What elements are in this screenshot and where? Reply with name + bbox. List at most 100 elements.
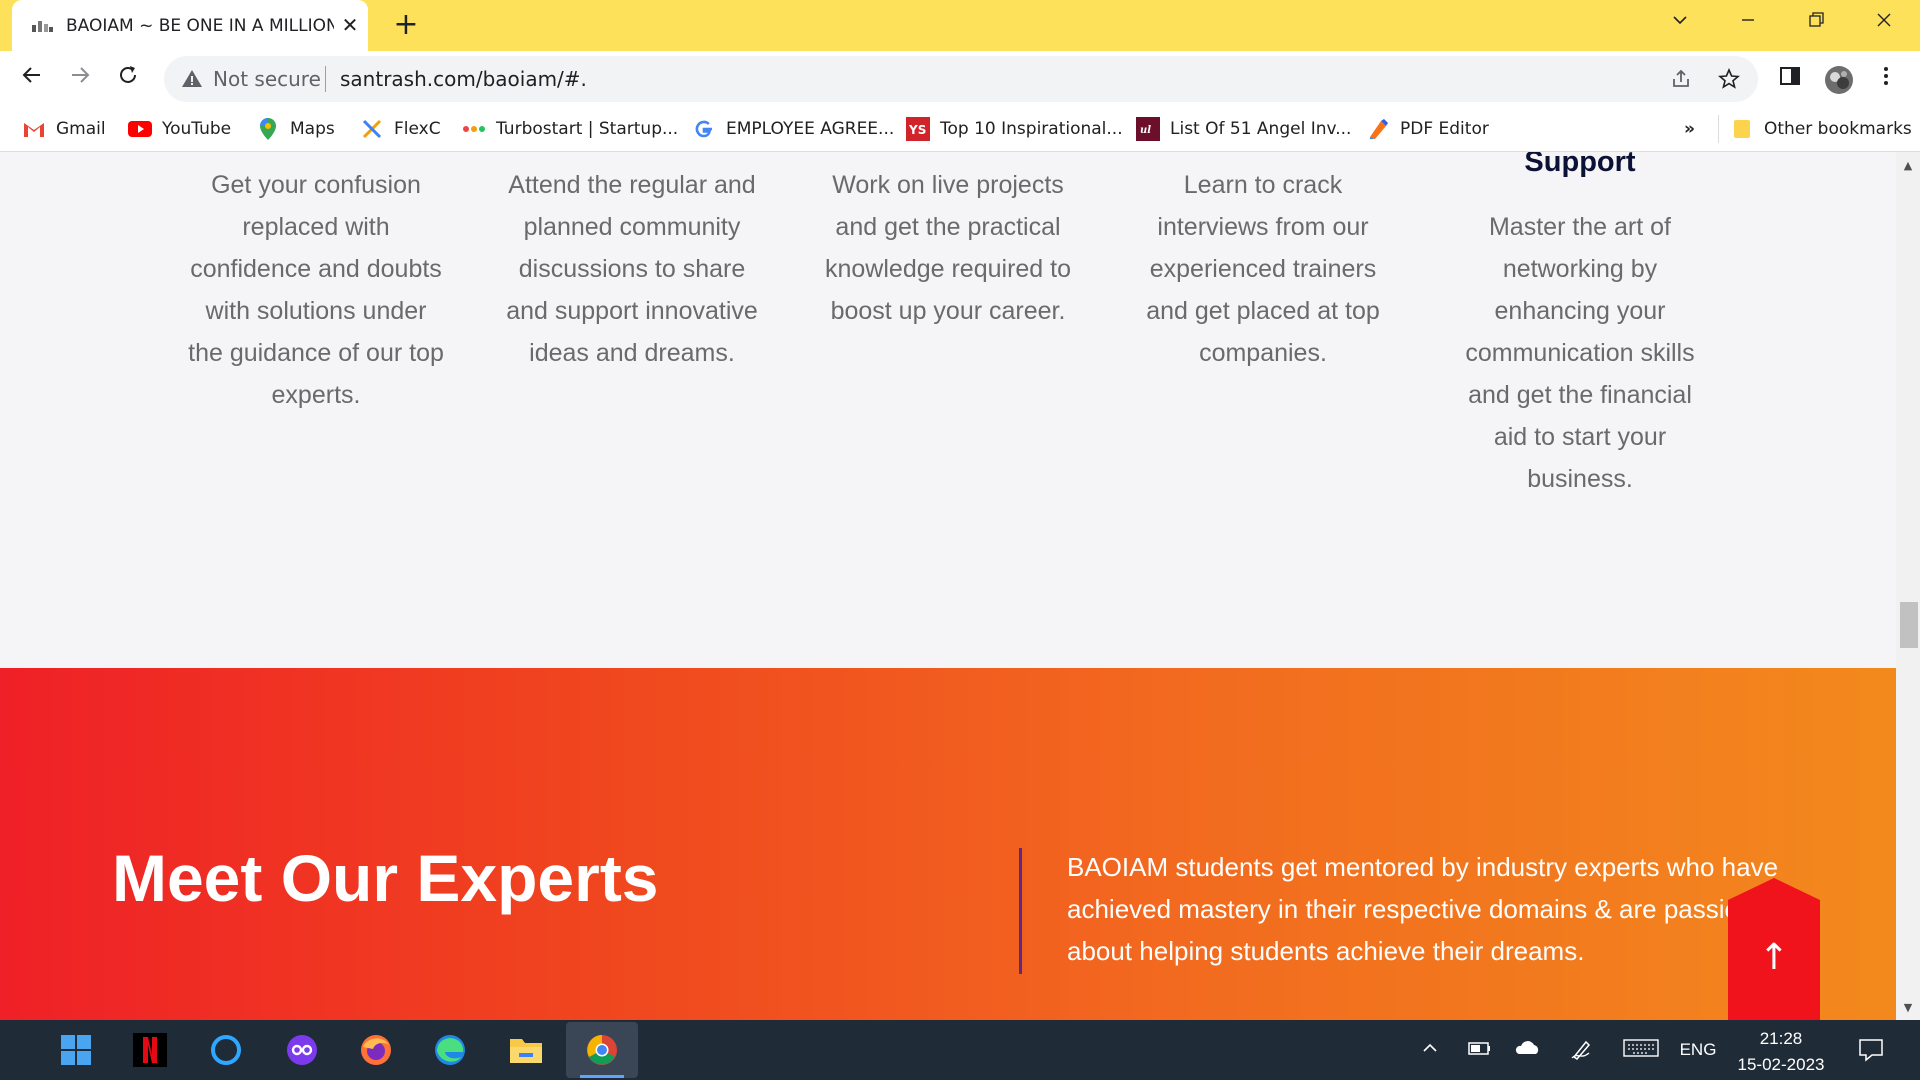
onedrive-cloud-icon[interactable]: [1512, 1038, 1542, 1062]
pdf-editor-icon: [1366, 118, 1390, 140]
restore-window-icon[interactable]: [1796, 10, 1836, 40]
bookmark-label: Turbostart | Startup...: [496, 119, 679, 139]
svg-text:YS: YS: [908, 123, 926, 137]
bookmark-top-10-inspirational[interactable]: YS Top 10 Inspirational...: [906, 115, 1123, 143]
profile-avatar[interactable]: [1824, 65, 1853, 94]
url-text[interactable]: santrash.com/baoiam/#.: [340, 67, 587, 91]
scroll-down-arrow-icon[interactable]: ▼: [1896, 998, 1920, 1018]
tab-title: BAOIAM ~ BE ONE IN A MILLION: [66, 16, 334, 36]
bookmark-label: FlexC: [394, 119, 441, 139]
bookmark-label: PDF Editor: [1400, 119, 1489, 139]
bookmark-label: EMPLOYEE AGREE...: [726, 119, 895, 139]
new-tab-button[interactable]: +: [390, 10, 422, 42]
forward-arrow-icon[interactable]: [64, 63, 96, 95]
bookmarks-overflow-button[interactable]: »: [1684, 115, 1695, 143]
flexc-icon: [360, 118, 384, 140]
cortana-icon[interactable]: [206, 1030, 246, 1070]
reload-icon[interactable]: [112, 63, 144, 95]
pen-workspace-icon[interactable]: [1568, 1038, 1594, 1062]
feature-text: Learn to crack interviews from our exper…: [1146, 171, 1380, 367]
feature-text: Master the art of networking by enhancin…: [1465, 213, 1695, 493]
experts-divider: [1019, 848, 1022, 974]
warning-triangle-icon[interactable]: [180, 67, 204, 91]
windows-start-icon[interactable]: [56, 1030, 96, 1070]
chrome-taskbar-button[interactable]: [566, 1022, 638, 1078]
bookmark-gmail[interactable]: Gmail: [22, 115, 106, 143]
close-window-icon[interactable]: [1864, 10, 1904, 40]
feature-interview-prep: Learn to crack interviews from our exper…: [1133, 164, 1393, 374]
feature-text: Attend the regular and planned community…: [506, 171, 758, 367]
ys-icon: YS: [906, 117, 930, 141]
tab-strip: BAOIAM ~ BE ONE IN A MILLION ✕ +: [0, 0, 1920, 51]
share-icon[interactable]: [1668, 67, 1694, 93]
angel-icon: ul: [1136, 117, 1160, 141]
active-app-indicator: [580, 1075, 624, 1078]
battery-icon[interactable]: [1466, 1038, 1494, 1062]
notification-center-icon[interactable]: [1856, 1038, 1886, 1062]
address-bar[interactable]: Not secure santrash.com/baoiam/#.: [164, 56, 1758, 102]
firefox-icon[interactable]: [356, 1030, 396, 1070]
system-clock[interactable]: 21:28 15-02-2023: [1726, 1026, 1836, 1078]
feature-live-projects: Work on live projects and get the practi…: [818, 164, 1078, 332]
bookmark-label: YouTube: [162, 119, 232, 139]
address-divider: [325, 66, 326, 92]
feature-doubt-solving: Get your confusion replaced with confide…: [186, 164, 446, 416]
bookmark-turbostart[interactable]: Turbostart | Startup...: [462, 115, 678, 143]
experts-description: BAOIAM students get mentored by industry…: [1067, 852, 1790, 966]
other-bookmarks-label: Other bookmarks: [1764, 119, 1912, 139]
bookmark-pdf-editor[interactable]: PDF Editor: [1366, 115, 1489, 143]
edge-icon[interactable]: [430, 1030, 470, 1070]
clock-date: 15-02-2023: [1737, 1055, 1825, 1074]
feature-community: Attend the regular and planned community…: [502, 164, 762, 374]
browser-tab[interactable]: BAOIAM ~ BE ONE IN A MILLION ✕: [12, 0, 368, 51]
bookmarks-bar: Gmail YouTube Maps FlexC Turbostart | St…: [0, 106, 1920, 152]
bookmark-angel-investors[interactable]: ul List Of 51 Angel Inv...: [1136, 115, 1351, 143]
folder-icon: [1730, 118, 1754, 140]
tab-search-chevron-icon[interactable]: [1660, 10, 1700, 40]
feature-support: Master the art of networking by enhancin…: [1450, 206, 1710, 500]
bookmark-star-icon[interactable]: [1716, 67, 1742, 93]
bookmark-employee-agreement[interactable]: EMPLOYEE AGREE...: [692, 115, 894, 143]
bookmark-flexc[interactable]: FlexC: [360, 115, 441, 143]
feature-text: Work on live projects and get the practi…: [825, 171, 1071, 325]
file-explorer-icon[interactable]: [506, 1030, 546, 1070]
not-secure-label[interactable]: Not secure: [213, 67, 321, 91]
youtube-icon: [128, 118, 152, 140]
back-to-top-button[interactable]: ↑: [1728, 878, 1820, 1020]
back-to-top-cap: [1728, 878, 1820, 900]
other-bookmarks-folder[interactable]: Other bookmarks: [1730, 115, 1912, 143]
maps-icon: [256, 118, 280, 140]
scroll-up-arrow-icon[interactable]: ▲: [1896, 156, 1920, 176]
bookmark-label: Top 10 Inspirational...: [940, 119, 1123, 139]
tab-close-icon[interactable]: ✕: [338, 13, 362, 37]
meet-our-experts-section: Meet Our Experts BAOIAM students get men…: [0, 668, 1896, 1020]
feature-text: Get your confusion replaced with confide…: [188, 171, 444, 409]
chrome-icon: [587, 1035, 617, 1065]
minimize-window-icon[interactable]: [1728, 10, 1768, 40]
netflix-icon[interactable]: [130, 1030, 170, 1070]
svg-text:ul: ul: [1140, 125, 1151, 136]
up-arrow-icon: ↑: [1758, 937, 1790, 978]
bookmarks-divider: [1718, 115, 1719, 143]
browser-toolbar: Not secure santrash.com/baoiam/#.: [0, 51, 1920, 106]
chrome-menu-icon[interactable]: [1872, 65, 1900, 93]
web-page: Get your confusion replaced with confide…: [0, 152, 1896, 1020]
gmail-icon: [22, 118, 46, 140]
turbostart-icon: [462, 118, 486, 140]
show-hidden-icons-chevron-icon[interactable]: [1418, 1038, 1442, 1062]
google-icon: [692, 118, 716, 140]
bookmark-maps[interactable]: Maps: [256, 115, 335, 143]
page-scrollbar[interactable]: ▲ ▼: [1896, 152, 1920, 1020]
side-panel-icon[interactable]: [1776, 65, 1804, 93]
experts-title: Meet Our Experts: [112, 841, 659, 915]
feature-heading-support: Support: [1524, 152, 1636, 178]
bookmark-youtube[interactable]: YouTube: [128, 115, 231, 143]
input-language-indicator[interactable]: ENG: [1676, 1038, 1720, 1062]
baoiam-favicon-icon: [32, 21, 53, 32]
game-bar-icon[interactable]: [282, 1030, 322, 1070]
windows-taskbar: ENG 21:28 15-02-2023: [0, 1020, 1920, 1080]
back-arrow-icon[interactable]: [16, 63, 48, 95]
bookmark-label: Maps: [290, 119, 335, 139]
scrollbar-thumb[interactable]: [1900, 602, 1918, 648]
touch-keyboard-icon[interactable]: [1622, 1038, 1660, 1062]
